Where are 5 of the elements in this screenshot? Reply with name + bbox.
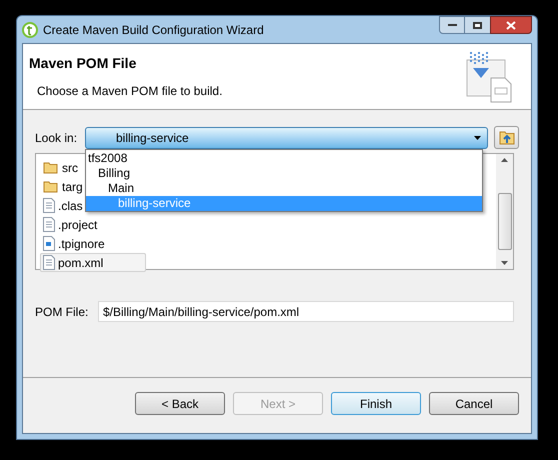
look-in-label: Look in:	[35, 130, 78, 146]
page-description: Choose a Maven POM file to build.	[36, 83, 222, 100]
window-title: Create Maven Build Configuration Wizard	[43, 22, 265, 38]
pom-file-label: POM File:	[35, 304, 90, 320]
page-title: Maven POM File	[29, 54, 138, 73]
